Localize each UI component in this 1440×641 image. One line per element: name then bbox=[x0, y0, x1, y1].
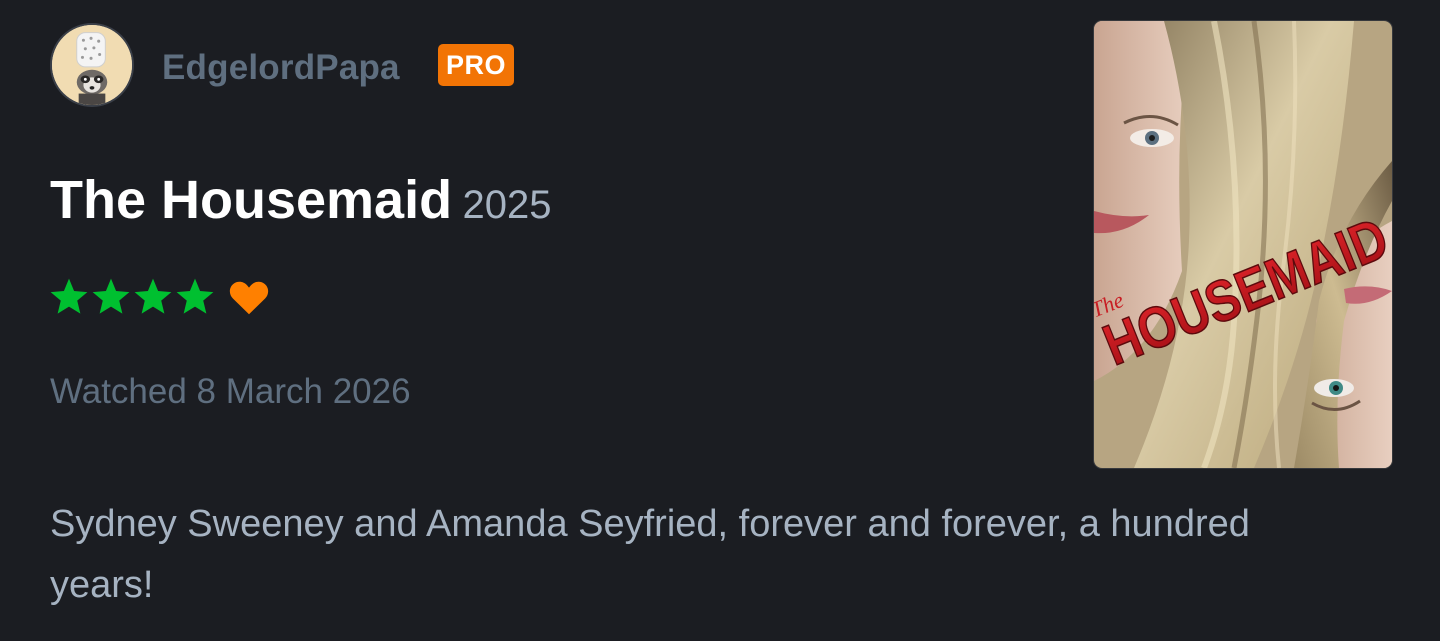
username[interactable]: EdgelordPapa bbox=[162, 46, 400, 90]
star-icon bbox=[134, 278, 172, 314]
film-year[interactable]: 2025 bbox=[463, 183, 552, 227]
heart-icon bbox=[229, 281, 269, 315]
film-title[interactable]: The Housemaid bbox=[50, 170, 452, 230]
star-icon bbox=[92, 278, 130, 314]
raccoon-chef-avatar-icon bbox=[52, 25, 132, 105]
film-poster-image: The HOUSEMAID bbox=[1094, 21, 1392, 468]
film-heading: The Housemaid 2025 bbox=[50, 168, 552, 246]
star-icon bbox=[50, 278, 88, 314]
review-text: Sydney Sweeney and Amanda Seyfried, fore… bbox=[50, 503, 1250, 606]
star-rating bbox=[48, 274, 272, 320]
star-icon bbox=[176, 278, 214, 314]
film-poster[interactable]: The HOUSEMAID bbox=[1094, 21, 1392, 468]
user-avatar[interactable] bbox=[50, 23, 134, 107]
watched-date: Watched 8 March 2026 bbox=[50, 372, 411, 411]
pro-badge: PRO bbox=[438, 44, 515, 86]
